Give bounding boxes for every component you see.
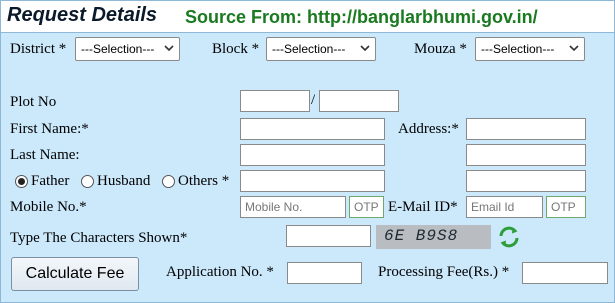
email-label: E-Mail ID* (388, 199, 458, 215)
district-select-value: ---Selection--- (81, 42, 155, 56)
processing-fee-input[interactable] (522, 262, 608, 284)
last-name-input[interactable] (240, 144, 385, 166)
block-select-value: ---Selection--- (272, 42, 346, 56)
relation-name-input[interactable] (240, 170, 385, 192)
captcha-label: Type The Characters Shown* (10, 230, 188, 246)
plot-sub-no-input[interactable] (319, 90, 399, 112)
mobile-input[interactable]: Mobile No. (240, 196, 346, 218)
application-no-input[interactable] (287, 262, 362, 284)
mobile-otp-input[interactable]: OTP (349, 196, 384, 218)
mobile-placeholder: Mobile No. (245, 200, 303, 214)
radio-husband-label: Husband (97, 173, 151, 189)
mouza-select[interactable]: ---Selection--- (475, 37, 585, 61)
email-input[interactable]: Email Id (466, 196, 543, 218)
panel-header: Request Details Source From: http://bang… (1, 1, 614, 33)
first-name-input[interactable] (240, 118, 385, 140)
address-line-1-input[interactable] (466, 118, 586, 140)
radio-father[interactable] (15, 175, 28, 188)
request-details-panel: Request Details Source From: http://bang… (0, 0, 615, 303)
address-line-3-input[interactable] (466, 170, 586, 192)
radio-others[interactable] (162, 175, 175, 188)
plot-no-input[interactable] (240, 90, 310, 112)
chevron-down-icon (360, 45, 370, 52)
source-text: Source From: http://banglarbhumi.gov.in/ (185, 7, 538, 27)
mobile-otp-placeholder: OTP (354, 200, 379, 214)
mobile-label: Mobile No.* (10, 199, 87, 215)
chevron-down-icon (569, 45, 579, 52)
calculate-fee-button[interactable]: Calculate Fee (11, 257, 139, 291)
refresh-icon[interactable] (497, 225, 521, 249)
email-placeholder: Email Id (471, 200, 515, 214)
first-name-label: First Name:* (10, 121, 89, 137)
block-select[interactable]: ---Selection--- (266, 37, 376, 61)
mouza-label: Mouza * (414, 41, 467, 57)
radio-father-label: Father (31, 173, 70, 189)
address-label: Address:* (398, 121, 459, 137)
district-select[interactable]: ---Selection--- (75, 37, 180, 61)
plot-no-label: Plot No (10, 94, 57, 110)
captcha-image: 6E B9S8 (376, 225, 491, 249)
page-title: Request Details (7, 4, 158, 26)
email-otp-input[interactable]: OTP (546, 196, 586, 218)
address-line-2-input[interactable] (466, 144, 586, 166)
chevron-down-icon (164, 45, 174, 52)
radio-others-label: Others * (178, 173, 230, 189)
mouza-select-value: ---Selection--- (481, 42, 555, 56)
application-no-label: Application No. * (166, 264, 274, 280)
processing-fee-label: Processing Fee(Rs.) * (378, 264, 510, 280)
email-otp-placeholder: OTP (551, 200, 576, 214)
district-label: District * (10, 41, 67, 57)
radio-husband[interactable] (81, 175, 94, 188)
block-label: Block * (212, 41, 260, 57)
last-name-label: Last Name: (10, 147, 80, 163)
captcha-input[interactable] (286, 225, 371, 247)
captcha-text: 6E B9S8 (384, 227, 459, 245)
plot-separator: / (311, 92, 316, 108)
